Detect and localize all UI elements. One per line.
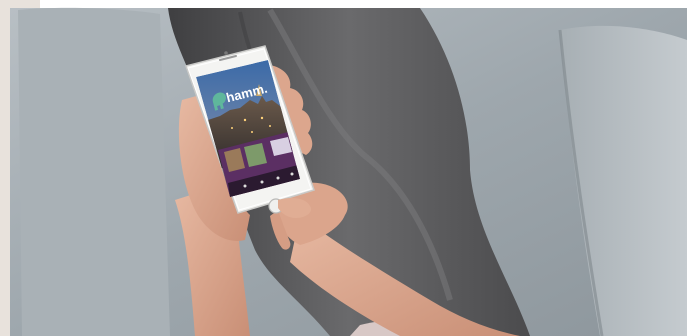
phone-camera (224, 51, 228, 55)
sofa-cushion-left (18, 7, 170, 336)
photo-scene: hamm. (0, 0, 687, 336)
